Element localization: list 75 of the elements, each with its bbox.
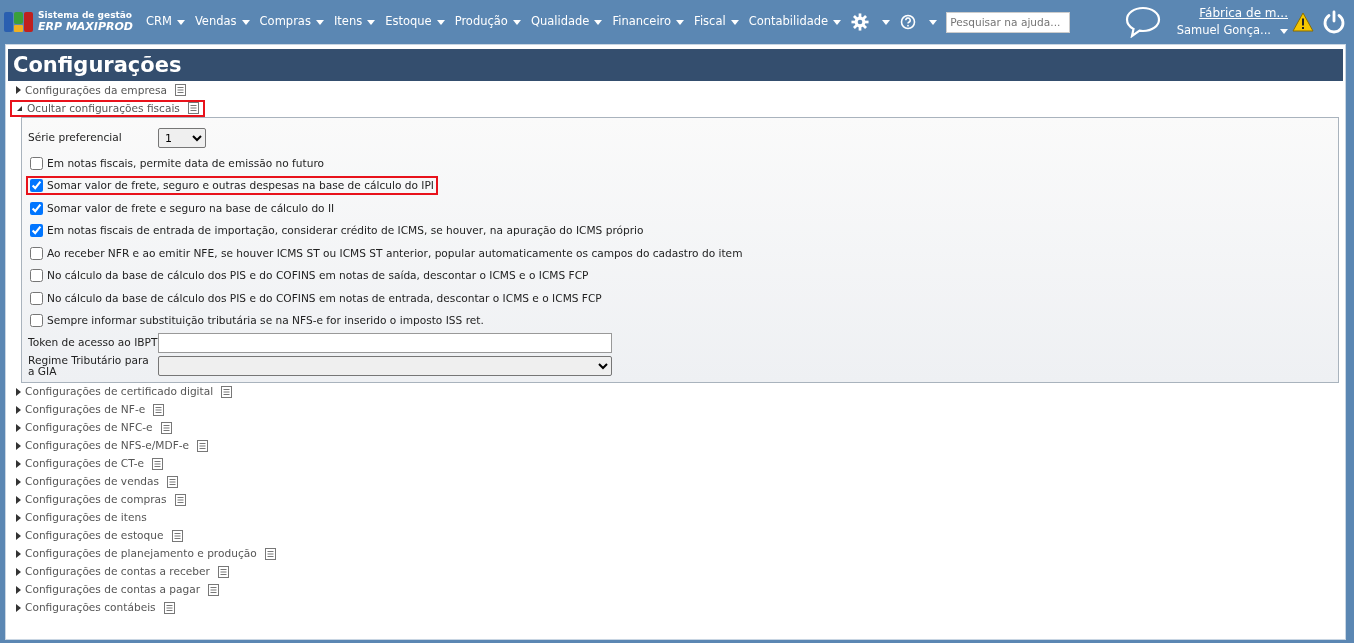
document-icon[interactable] (152, 457, 164, 470)
checkbox[interactable] (30, 269, 43, 283)
logo-subtitle: Sistema de gestão (38, 11, 133, 21)
checkbox[interactable] (30, 156, 43, 170)
document-icon[interactable] (171, 529, 183, 542)
checkbox-label: No cálculo da base de cálculo dos PIS e do COFINS em notas de saída, descontar o ICMS e o ICMS FCP (47, 268, 589, 284)
document-icon[interactable] (217, 565, 229, 578)
checkbox-label: No cálculo da base de cálculo dos PIS e do COFINS em notas de entrada, descontar o ICMS e o ICMS FCP (47, 290, 602, 306)
section-link[interactable]: Configurações de certificado digital (25, 385, 214, 399)
checkbox-label: Somar valor de frete, seguro e outras despesas na base de cálculo do IPI (47, 178, 434, 194)
section-link[interactable]: Configurações de compras (25, 493, 167, 507)
checkbox[interactable] (30, 224, 43, 238)
chat-icon[interactable] (1124, 6, 1161, 38)
user-menu[interactable]: Samuel Gonça... (1176, 22, 1288, 40)
menu-item[interactable]: Contabilidade (743, 13, 847, 31)
checkbox[interactable] (30, 179, 43, 193)
section-link[interactable]: Configurações de NFC-e (25, 421, 153, 435)
section-link[interactable]: Configurações de CT-e (25, 457, 145, 471)
field-label: Token de acesso ao IBPT (28, 337, 158, 350)
token-field[interactable] (158, 333, 612, 354)
checkbox-label: Ao receber NFR e ao emitir NFE, se houver ICMS ST ou ICMS ST anterior, popular automaticamente os campos do cadastro do item (47, 245, 743, 261)
document-icon[interactable] (160, 421, 172, 434)
checkbox[interactable] (30, 201, 43, 215)
menu-item[interactable]: Qualidade (525, 13, 608, 31)
series-select[interactable]: 1 (158, 128, 206, 148)
section-link[interactable]: Configurações de contas a receber (25, 565, 210, 579)
document-icon[interactable] (167, 475, 179, 488)
warning-icon[interactable] (1292, 12, 1314, 32)
document-icon[interactable] (153, 403, 165, 416)
menu-item[interactable]: Financeiro (607, 13, 690, 31)
section-link[interactable]: Configurações de itens (25, 511, 147, 525)
checkbox[interactable] (30, 314, 43, 328)
power-icon[interactable] (1322, 10, 1346, 34)
search-field[interactable]: Pesquisar na ajuda... (946, 11, 1071, 33)
menu-item[interactable]: Fiscal (689, 13, 744, 31)
field-label: Série preferencial (28, 132, 123, 144)
document-icon[interactable] (197, 439, 209, 452)
section-link[interactable]: Configurações contábeis (25, 601, 156, 615)
section-link[interactable]: Configurações de estoque (25, 529, 164, 543)
section-link[interactable]: Configurações de planejamento e produção (25, 547, 257, 561)
checkbox-label: Somar valor de frete e seguro na base de cálculo do II (47, 200, 335, 216)
menu-item[interactable]: Compras (254, 13, 329, 31)
settings-icon (851, 13, 870, 31)
section-link[interactable]: Configurações de contas a pagar (25, 583, 201, 597)
field-label: Regime Tributário para a GIA (28, 354, 150, 378)
document-icon[interactable] (264, 547, 276, 560)
document-icon[interactable] (163, 601, 175, 614)
menu-item[interactable]: Produção (449, 13, 526, 31)
checkbox[interactable] (30, 246, 43, 260)
document-icon[interactable] (175, 84, 187, 96)
document-icon[interactable] (221, 385, 233, 398)
company-link[interactable]: Fábrica de m... (1199, 4, 1288, 23)
document-icon[interactable] (174, 493, 186, 506)
logo-icon (4, 10, 34, 34)
section-link[interactable]: Configurações da empresa (25, 83, 168, 97)
menu-item[interactable]: Itens (328, 13, 381, 31)
page-title: Configurações (8, 49, 1343, 81)
collapse-icon[interactable] (16, 104, 23, 112)
help-icon (900, 14, 917, 30)
section-link[interactable]: Configurações de vendas (25, 475, 160, 489)
checkbox-label: Em notas fiscais, permite data de emissão no futuro (47, 155, 324, 171)
section-link[interactable]: Configurações de NFS-e/MDF-e (25, 439, 190, 453)
regime-select[interactable] (158, 356, 612, 377)
section-link[interactable]: Configurações de NF-e (25, 403, 146, 417)
menu-item[interactable]: Estoque (380, 13, 450, 31)
menu-item[interactable]: Vendas (189, 13, 255, 31)
logo-title: ERP MAXIPROD (38, 20, 133, 33)
checkbox[interactable] (30, 291, 43, 305)
document-icon[interactable] (187, 102, 199, 114)
checkbox-label: Em notas fiscais de entrada de importação, considerar crédito de ICMS, se houver, na apuração do ICMS próprio (47, 223, 644, 239)
section-link[interactable]: Ocultar configurações fiscais (27, 101, 180, 115)
menu-item[interactable]: CRM (140, 13, 190, 31)
expand-icon[interactable] (16, 86, 21, 94)
document-icon[interactable] (208, 583, 220, 596)
checkbox-label: Sempre informar substituição tributária se na NFS-e for inserido o imposto ISS ret. (47, 313, 484, 329)
